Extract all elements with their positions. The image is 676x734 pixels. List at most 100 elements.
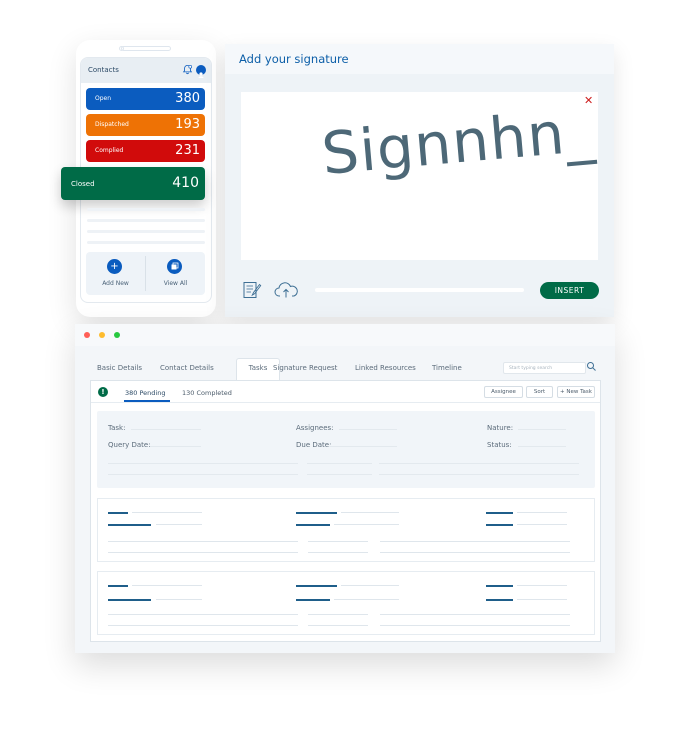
task-row[interactable] xyxy=(97,571,595,635)
status-field-label: Status: xyxy=(487,441,512,449)
placeholder-line xyxy=(87,219,205,222)
tab-contact-details[interactable]: Contact Details xyxy=(160,364,214,372)
skeleton-bar xyxy=(132,512,202,513)
skeleton-bar xyxy=(108,625,298,626)
skeleton-bar xyxy=(517,585,567,586)
description-line xyxy=(379,463,579,464)
stat-label: Closed xyxy=(71,180,95,188)
skeleton-bar xyxy=(296,524,330,526)
skeleton-bar xyxy=(108,585,128,587)
insert-button[interactable]: INSERT xyxy=(540,282,599,299)
assignee-filter[interactable]: Assignee xyxy=(484,386,523,398)
minimize-window-button[interactable] xyxy=(99,332,105,338)
skeleton-bar xyxy=(308,552,368,553)
document-edit-icon[interactable] xyxy=(242,280,262,300)
description-line xyxy=(307,463,372,464)
signature-panel: Add your signature ✕ Signnhn_ INSERT xyxy=(225,44,614,317)
skeleton-bar xyxy=(334,524,399,525)
skeleton-bar xyxy=(108,524,151,526)
subtab-completed[interactable]: 130 Completed xyxy=(182,389,232,397)
stat-label: Complied xyxy=(95,147,124,154)
bell-icon[interactable] xyxy=(182,64,193,75)
search-input[interactable]: Start typing search xyxy=(503,362,586,374)
task-subbar: ! 380 Pending 130 Completed Assignee Sor… xyxy=(91,381,600,403)
sort-label: Sort xyxy=(533,389,546,395)
skeleton-bar xyxy=(156,524,202,525)
tab-linked-resources[interactable]: Linked Resources xyxy=(355,364,416,372)
phone-actions: + Add New View All xyxy=(86,252,205,295)
due-date-field-label: Due Date: xyxy=(296,441,332,449)
skeleton-bar xyxy=(486,599,513,601)
search-icon[interactable] xyxy=(586,361,597,372)
skeleton-bar xyxy=(341,512,399,513)
skeleton-bar xyxy=(341,585,399,586)
add-new-button[interactable]: + Add New xyxy=(86,252,145,295)
subtab-pending[interactable]: 380 Pending xyxy=(125,389,165,397)
stat-count: 193 xyxy=(175,117,200,132)
upload-progress-bar xyxy=(315,288,524,292)
skeleton-bar xyxy=(380,541,570,542)
skeleton-bar xyxy=(486,524,513,526)
signature-title: Add your signature xyxy=(239,52,349,66)
stat-dispatched[interactable]: Dispatched 193 xyxy=(86,114,205,136)
skeleton-bar xyxy=(108,512,128,514)
skeleton-bar xyxy=(108,614,298,615)
sort-button[interactable]: Sort xyxy=(526,386,553,398)
description-line xyxy=(108,463,298,464)
tab-signature-request[interactable]: Signature Request xyxy=(273,364,337,372)
tab-basic-details[interactable]: Basic Details xyxy=(97,364,142,372)
stat-closed[interactable]: Closed 410 xyxy=(61,167,205,200)
skeleton-bar xyxy=(517,512,567,513)
view-all-button[interactable]: View All xyxy=(146,252,205,295)
skeleton-bar xyxy=(517,524,567,525)
new-task-button[interactable]: + New Task xyxy=(557,386,595,398)
stat-open[interactable]: Open 380 xyxy=(86,88,205,110)
assignee-label: Assignee xyxy=(491,389,516,395)
nature-field-label: Nature: xyxy=(487,424,514,432)
skeleton-bar xyxy=(296,512,337,514)
stat-label: Dispatched xyxy=(95,121,129,128)
skeleton-bar xyxy=(334,599,399,600)
skeleton-bar xyxy=(108,552,298,553)
phone-speaker xyxy=(121,46,171,51)
stat-label: Open xyxy=(95,95,112,102)
tasks-panel: ! 380 Pending 130 Completed Assignee Sor… xyxy=(90,380,601,642)
maximize-window-button[interactable] xyxy=(114,332,120,338)
skeleton-bar xyxy=(296,585,337,587)
assignees-field-label: Assignees: xyxy=(296,424,334,432)
task-detail-card: Task: Assignees: Nature: Query Date: Due… xyxy=(97,411,595,488)
value-line xyxy=(330,446,397,447)
skeleton-bar xyxy=(156,599,202,600)
value-line xyxy=(131,429,201,430)
description-line xyxy=(307,474,372,475)
action-label: View All xyxy=(163,280,188,287)
value-line xyxy=(339,429,397,430)
skeleton-bar xyxy=(486,585,513,587)
skeleton-bar xyxy=(308,614,368,615)
query-date-field-label: Query Date: xyxy=(108,441,151,449)
skeleton-bar xyxy=(380,614,570,615)
stat-count: 380 xyxy=(175,91,200,106)
plus-icon: + xyxy=(107,259,122,274)
tab-timeline[interactable]: Timeline xyxy=(432,364,462,372)
skeleton-bar xyxy=(486,512,513,514)
task-row[interactable] xyxy=(97,498,595,562)
skeleton-bar xyxy=(296,599,330,601)
skeleton-bar xyxy=(380,625,570,626)
skeleton-bar xyxy=(517,599,567,600)
action-label: Add New xyxy=(102,280,129,287)
app-window: Basic Details Contact Details Tasks Sign… xyxy=(75,324,615,653)
stat-complied[interactable]: Complied 231 xyxy=(86,140,205,162)
user-icon[interactable] xyxy=(196,65,206,78)
phone-header: Contacts xyxy=(81,58,211,83)
value-line xyxy=(518,429,566,430)
signature-header: Add your signature xyxy=(225,44,614,74)
value-line xyxy=(518,446,566,447)
task-field-label: Task: xyxy=(108,424,126,432)
placeholder-line xyxy=(87,241,205,244)
stat-count: 231 xyxy=(175,143,200,158)
close-window-button[interactable] xyxy=(84,332,90,338)
skeleton-bar xyxy=(308,541,368,542)
alert-icon: ! xyxy=(98,387,108,397)
cloud-upload-icon[interactable] xyxy=(273,280,299,300)
